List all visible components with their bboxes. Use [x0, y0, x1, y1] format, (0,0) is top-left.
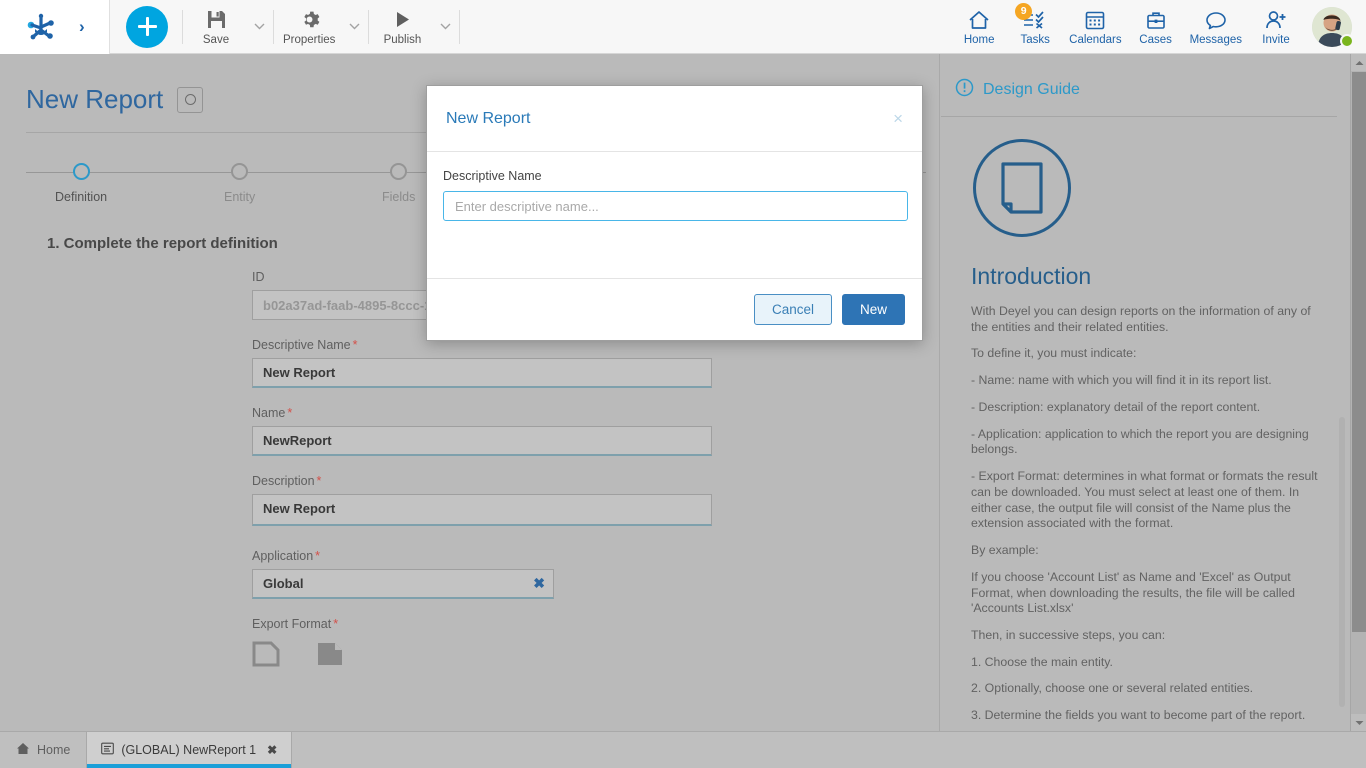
home-icon [16, 742, 30, 758]
deyel-logo[interactable] [24, 10, 58, 44]
toolbar-divider [368, 10, 369, 44]
modal-title: New Report [446, 110, 530, 128]
taskbar-tab-newreport[interactable]: (GLOBAL) NewReport 1 ✖ [87, 732, 292, 768]
taskbar: Home (GLOBAL) NewReport 1 ✖ [0, 731, 1366, 768]
properties-button[interactable]: Properties [276, 0, 342, 54]
nav-cases[interactable]: Cases [1128, 0, 1184, 54]
taskbar-home-label: Home [37, 743, 70, 757]
nav-calendars-label: Calendars [1069, 34, 1121, 46]
nav-calendars[interactable]: Calendars [1063, 0, 1127, 54]
new-report-modal: New Report × Descriptive Name Cancel New [426, 85, 923, 341]
close-icon[interactable]: ✖ [267, 743, 277, 757]
save-group: Save [185, 0, 271, 54]
workspace: New Report Definition Entity Fields 1. C… [0, 54, 1366, 731]
save-label: Save [203, 34, 229, 46]
close-icon[interactable]: × [893, 110, 903, 127]
nav-invite-label: Invite [1262, 34, 1290, 46]
status-dot-online [1340, 34, 1354, 48]
properties-dropdown-button[interactable] [342, 0, 366, 54]
save-dropdown-button[interactable] [247, 0, 271, 54]
toolbar-divider [459, 10, 460, 44]
properties-group: Properties [276, 0, 366, 54]
nav-home-label: Home [964, 34, 995, 46]
properties-label: Properties [283, 34, 335, 46]
save-button[interactable]: Save [185, 0, 247, 54]
chevron-down-icon [349, 23, 360, 30]
taskbar-tab-label: (GLOBAL) NewReport 1 [121, 743, 256, 757]
add-button[interactable] [126, 6, 168, 48]
home-icon [967, 7, 991, 32]
publish-group: Publish [371, 0, 457, 54]
invite-user-icon [1264, 7, 1288, 32]
publish-dropdown-button[interactable] [433, 0, 457, 54]
message-icon [1204, 7, 1228, 32]
nav-invite[interactable]: Invite [1248, 0, 1304, 54]
taskbar-home-button[interactable]: Home [0, 732, 87, 768]
logo-zone: › [0, 0, 110, 54]
nav-messages[interactable]: Messages [1184, 0, 1248, 54]
publish-button[interactable]: Publish [371, 0, 433, 54]
cancel-button[interactable]: Cancel [754, 294, 832, 325]
modal-field-label: Descriptive Name [443, 169, 906, 183]
play-icon [392, 7, 413, 31]
briefcase-icon [1145, 7, 1167, 32]
chevron-down-icon [254, 23, 265, 30]
taskbar-empty-area [292, 732, 1366, 768]
toolbar-divider [273, 10, 274, 44]
report-icon [101, 742, 114, 758]
modal-header: New Report × [427, 86, 922, 152]
descriptive-name-modal-input[interactable] [443, 191, 908, 221]
nav-tasks-label: Tasks [1020, 34, 1049, 46]
nav-cases-label: Cases [1139, 34, 1172, 46]
tasks-badge: 9 [1015, 3, 1032, 20]
save-icon [206, 7, 227, 31]
top-toolbar: › Save [0, 0, 1366, 54]
new-button[interactable]: New [842, 294, 905, 325]
nav-tasks[interactable]: 9 Tasks [1007, 0, 1063, 54]
calendar-icon [1084, 7, 1106, 32]
nav-messages-label: Messages [1190, 34, 1242, 46]
avatar[interactable] [1312, 7, 1352, 47]
sidebar-expand-icon[interactable]: › [79, 17, 85, 37]
nav-home[interactable]: Home [951, 0, 1007, 54]
chevron-down-icon [440, 23, 451, 30]
modal-body: Descriptive Name [427, 152, 922, 278]
top-nav: Home 9 Tasks [951, 0, 1366, 54]
publish-label: Publish [384, 34, 422, 46]
modal-footer: Cancel New [427, 278, 922, 340]
gear-icon [299, 7, 320, 31]
toolbar-divider [182, 10, 183, 44]
